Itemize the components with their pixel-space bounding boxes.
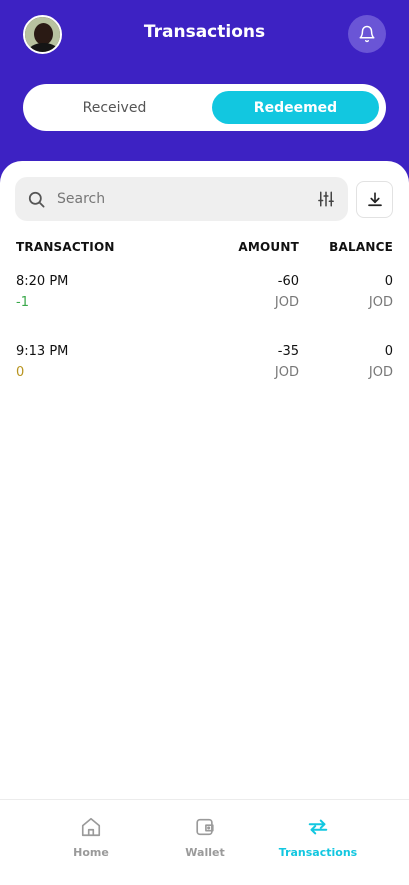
transfer-arrows-icon <box>308 819 328 835</box>
download-icon <box>367 191 382 206</box>
table-row[interactable]: 8:20 PM -1 -60 JOD 0 JOD <box>0 274 409 334</box>
tab-redeemed[interactable]: Redeemed <box>212 91 379 124</box>
bell-icon <box>359 25 375 43</box>
transaction-points: -1 <box>16 295 29 310</box>
table-row[interactable]: 9:13 PM 0 -35 JOD 0 JOD <box>0 344 409 404</box>
search-bar <box>15 177 348 221</box>
transaction-points: 0 <box>16 365 25 380</box>
wallet-icon <box>196 818 214 836</box>
content-sheet <box>0 161 409 885</box>
transaction-time: 8:20 PM <box>16 274 69 289</box>
search-input[interactable] <box>57 185 307 213</box>
column-header-amount: AMOUNT <box>238 240 299 254</box>
balance-currency: JOD <box>368 295 393 310</box>
transaction-amount: -60 <box>277 274 299 289</box>
amount-currency: JOD <box>274 365 299 380</box>
nav-item-wallet[interactable]: Wallet <box>155 816 255 859</box>
tab-received[interactable]: Received <box>31 91 198 124</box>
balance-currency: JOD <box>368 365 393 380</box>
transaction-balance: 0 <box>384 274 393 289</box>
transaction-type-toggle: Received Redeemed <box>23 84 386 131</box>
search-icon <box>28 191 45 208</box>
nav-label-transactions: Transactions <box>278 846 358 859</box>
transaction-time: 9:13 PM <box>16 344 69 359</box>
sliders-icon[interactable] <box>317 190 335 208</box>
transaction-amount: -35 <box>277 344 299 359</box>
transaction-balance: 0 <box>384 344 393 359</box>
bottom-navigation: Home Wallet Transactions <box>0 799 409 885</box>
nav-item-home[interactable]: Home <box>41 816 141 859</box>
nav-label-wallet: Wallet <box>185 846 225 859</box>
amount-currency: JOD <box>274 295 299 310</box>
nav-item-transactions[interactable]: Transactions <box>268 816 368 859</box>
avatar-shirt <box>28 43 59 52</box>
column-header-transaction: TRANSACTION <box>16 240 115 254</box>
download-button[interactable] <box>356 181 393 218</box>
home-icon <box>81 817 101 837</box>
notifications-button[interactable] <box>348 15 386 53</box>
nav-label-home: Home <box>73 846 109 859</box>
column-header-balance: BALANCE <box>329 240 393 254</box>
